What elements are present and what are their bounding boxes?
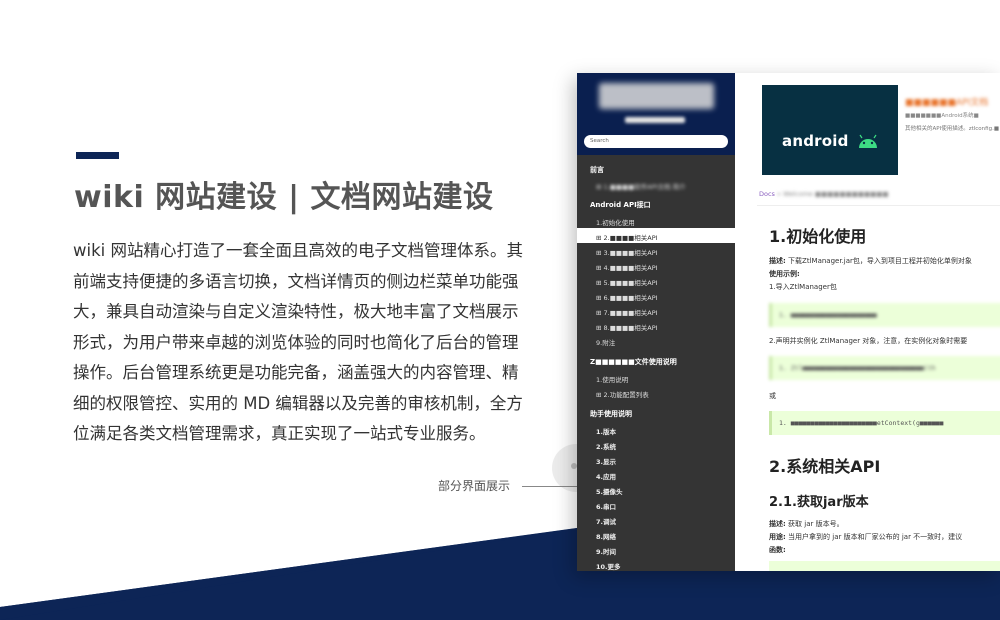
sidebar-item[interactable]: ⊞ 5.■■■■相关API xyxy=(577,273,735,288)
sidebar-item[interactable]: 7.调试 xyxy=(577,512,735,527)
usage-line: 用途: 当用户拿到的 jar 版本和厂家公布的 jar 不一致时，建议 xyxy=(769,533,963,541)
code-block-2: 1. Ztl■■■■■■■■■■■■■■■■■■■■■■■■■■■■■■■(th xyxy=(769,356,1000,380)
sidebar-item[interactable]: ⊞ 4.■■■■相关API xyxy=(577,258,735,273)
sidebar-item[interactable]: ⊞ 3.■■■■相关API xyxy=(577,243,735,258)
sidebar-item[interactable]: 1.初始化使用 xyxy=(577,213,735,228)
android-banner: android xyxy=(762,85,898,175)
or-text: 或 xyxy=(769,392,776,400)
sidebar-item[interactable]: 6.串口 xyxy=(577,497,735,512)
sidebar-section-assistant: 助手使用说明 xyxy=(590,410,632,418)
breadcrumb: Docs » Welcome ■■■■■■■■■■■■ xyxy=(759,190,889,198)
divider xyxy=(757,205,1000,206)
sidebar-item[interactable]: 9.附注 xyxy=(577,333,735,348)
callout-label: 部分界面展示 xyxy=(438,479,511,493)
sidebar-item[interactable]: ⊞ 2.功能配置列表 xyxy=(577,385,735,400)
doc-title: ■■■■■■API文档 xyxy=(905,98,989,108)
desc-line: 描述: 下载ZtlManager.jar包，导入到项目工程并初始化单例对象 xyxy=(769,257,972,265)
search-input[interactable]: Search xyxy=(584,135,728,148)
example-label: 使用示例: xyxy=(769,270,800,278)
description-paragraph: wiki 网站精心打造了一套全面且高效的电子文档管理体系。其前端支持便捷的多语言… xyxy=(73,241,523,443)
sidebar-section-config: Z■■■■■■文件使用说明 xyxy=(590,358,677,366)
heading-init: 1.初始化使用 xyxy=(769,227,867,246)
sidebar-section-android-api: Android API接口 xyxy=(590,201,651,209)
doc-subtitle-2: 其他相关的API使用描述。ztlconfig.■ xyxy=(905,126,1000,132)
sidebar-item[interactable]: 5.摄像头 xyxy=(577,482,735,497)
doc-subtitle: ■■■■■■■Android系统■ xyxy=(905,113,979,119)
heading-jar-version: 2.1.获取jar版本 xyxy=(769,495,869,510)
code-block-3: 1. ■■■■■■■■■■■■■■■■■■■■■■etContext(g■■■■… xyxy=(769,411,1000,435)
sidebar-item-active[interactable]: ⊞ 2.■■■■相关API xyxy=(577,228,735,243)
step-1: 1.导入ZtlManager包 xyxy=(769,283,837,291)
sidebar-item[interactable]: 9.时间 xyxy=(577,542,735,557)
sidebar-section-preface: 前言 xyxy=(590,166,604,174)
sidebar-item[interactable]: 1.版本 xyxy=(577,422,735,437)
sidebar-item[interactable]: ⊞ 7.■■■■相关API xyxy=(577,303,735,318)
breadcrumb-current: » Welcome ■■■■■■■■■■■■ xyxy=(777,190,889,198)
sidebar-item[interactable]: 4.应用 xyxy=(577,467,735,482)
callout-line xyxy=(522,486,580,487)
sidebar-item[interactable]: 8.网络 xyxy=(577,527,735,542)
sidebar-item[interactable]: 2.系统 xyxy=(577,437,735,452)
sidebar-item[interactable]: 1.使用说明 xyxy=(577,370,735,385)
site-logo[interactable] xyxy=(599,83,714,109)
desc2-line: 描述: 获取 jar 版本号。 xyxy=(769,520,844,528)
code-block-4 xyxy=(769,561,1000,571)
code-block-1: 1. ■■■■■■■■■■■■■■■■■■■■■■ xyxy=(769,303,1000,327)
sidebar-item[interactable]: ⊞ 1.■■■■软件API文档 简介 xyxy=(577,177,735,192)
func-label: 函数: xyxy=(769,546,786,554)
accent-bar xyxy=(76,152,119,159)
docs-sidebar: Search 前言 ⊞ 1.■■■■软件API文档 简介 Android API… xyxy=(577,73,735,571)
breadcrumb-docs-link[interactable]: Docs xyxy=(759,190,775,198)
sidebar-header: Search xyxy=(577,73,735,155)
step-2: 2.声明并实例化 ZtlManager 对象，注意，在实例化对象时需要 xyxy=(769,337,968,345)
sidebar-item[interactable]: 3.显示 xyxy=(577,452,735,467)
heading-system-api: 2.系统相关API xyxy=(769,457,881,476)
android-robot-icon xyxy=(859,134,877,148)
docs-content: android ■■■■■■API文档 ■■■■■■■Android系统■ 其他… xyxy=(735,73,1000,571)
page-title: wiki 网站建设 | 文档网站建设 xyxy=(74,180,494,215)
android-wordmark: android xyxy=(782,132,849,150)
sidebar-item[interactable]: ⊞ 6.■■■■相关API xyxy=(577,288,735,303)
sidebar-item[interactable]: ⊞ 8.■■■■相关API xyxy=(577,318,735,333)
sidebar-item[interactable]: 10.更多 xyxy=(577,557,735,571)
site-version xyxy=(625,117,685,123)
docs-screenshot: Search 前言 ⊞ 1.■■■■软件API文档 简介 Android API… xyxy=(577,73,1000,571)
